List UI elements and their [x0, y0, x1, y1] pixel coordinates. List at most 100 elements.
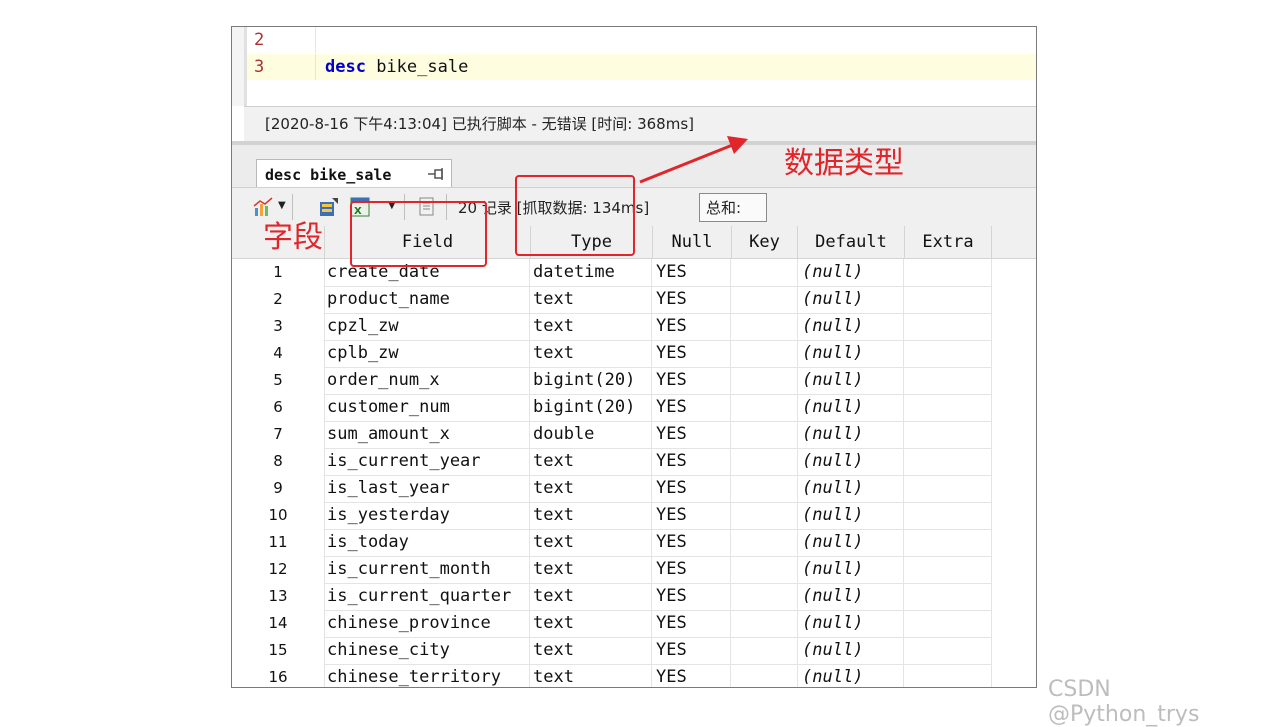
table-row[interactable]: 7 sum_amount_x double YES (null): [232, 421, 992, 449]
cell-default[interactable]: (null): [798, 529, 904, 556]
cell-key[interactable]: [732, 664, 798, 687]
cell-type[interactable]: text: [531, 583, 652, 610]
cell-extra[interactable]: [905, 583, 992, 610]
table-row[interactable]: 4 cplb_zw text YES (null): [232, 340, 992, 368]
cell-null[interactable]: YES: [653, 502, 731, 529]
cell-field[interactable]: is_current_year: [325, 448, 530, 475]
table-row[interactable]: 13 is_current_quarter text YES (null): [232, 583, 992, 611]
cell-null[interactable]: YES: [653, 259, 731, 286]
column-header-default[interactable]: Default: [798, 226, 905, 258]
cell-field[interactable]: is_current_quarter: [325, 583, 530, 610]
cell-extra[interactable]: [905, 475, 992, 502]
cell-default[interactable]: (null): [798, 448, 904, 475]
cell-default[interactable]: (null): [798, 313, 904, 340]
cell-null[interactable]: YES: [653, 286, 731, 313]
cell-type[interactable]: text: [531, 502, 652, 529]
cell-field[interactable]: is_today: [325, 529, 530, 556]
column-header-null[interactable]: Null: [653, 226, 732, 258]
cell-null[interactable]: YES: [653, 340, 731, 367]
cell-default[interactable]: (null): [798, 583, 904, 610]
cell-extra[interactable]: [905, 637, 992, 664]
cell-default[interactable]: (null): [798, 367, 904, 394]
cell-type[interactable]: text: [531, 313, 652, 340]
cell-key[interactable]: [732, 448, 798, 475]
cell-extra[interactable]: [905, 529, 992, 556]
cell-extra[interactable]: [905, 259, 992, 286]
cell-null[interactable]: YES: [653, 394, 731, 421]
cell-default[interactable]: (null): [798, 259, 904, 286]
cell-null[interactable]: YES: [653, 367, 731, 394]
cell-default[interactable]: (null): [798, 556, 904, 583]
cell-key[interactable]: [732, 313, 798, 340]
column-header-key[interactable]: Key: [732, 226, 798, 258]
cell-default[interactable]: (null): [798, 502, 904, 529]
cell-extra[interactable]: [905, 286, 992, 313]
cell-default[interactable]: (null): [798, 421, 904, 448]
cell-extra[interactable]: [905, 313, 992, 340]
table-row[interactable]: 3 cpzl_zw text YES (null): [232, 313, 992, 341]
cell-null[interactable]: YES: [653, 610, 731, 637]
cell-key[interactable]: [732, 556, 798, 583]
cell-extra[interactable]: [905, 340, 992, 367]
cell-field[interactable]: cpzl_zw: [325, 313, 530, 340]
table-row[interactable]: 10 is_yesterday text YES (null): [232, 502, 992, 530]
cell-field[interactable]: is_last_year: [325, 475, 530, 502]
table-row[interactable]: 6 customer_num bigint(20) YES (null): [232, 394, 992, 422]
chevron-down-icon[interactable]: ▼: [278, 200, 286, 211]
cell-extra[interactable]: [905, 610, 992, 637]
column-header-extra[interactable]: Extra: [905, 226, 992, 258]
cell-type[interactable]: text: [531, 529, 652, 556]
cell-type[interactable]: text: [531, 664, 652, 687]
cell-default[interactable]: (null): [798, 340, 904, 367]
cell-null[interactable]: YES: [653, 583, 731, 610]
cell-null[interactable]: YES: [653, 637, 731, 664]
cell-extra[interactable]: [905, 556, 992, 583]
cell-extra[interactable]: [905, 421, 992, 448]
table-row[interactable]: 14 chinese_province text YES (null): [232, 610, 992, 638]
table-row[interactable]: 15 chinese_city text YES (null): [232, 637, 992, 665]
table-row[interactable]: 11 is_today text YES (null): [232, 529, 992, 557]
editor-line[interactable]: 2: [247, 27, 1036, 53]
editor-line-current[interactable]: 3 desc bike_sale: [247, 54, 1036, 80]
sum-field[interactable]: 总和:: [699, 193, 767, 222]
cell-type[interactable]: bigint(20): [531, 394, 652, 421]
cell-null[interactable]: YES: [653, 664, 731, 687]
cell-field[interactable]: chinese_city: [325, 637, 530, 664]
cell-key[interactable]: [732, 529, 798, 556]
cell-null[interactable]: YES: [653, 448, 731, 475]
cell-default[interactable]: (null): [798, 637, 904, 664]
cell-type[interactable]: text: [531, 286, 652, 313]
cell-null[interactable]: YES: [653, 529, 731, 556]
pin-icon[interactable]: [427, 166, 445, 182]
cell-field[interactable]: order_num_x: [325, 367, 530, 394]
cell-key[interactable]: [732, 475, 798, 502]
cell-type[interactable]: text: [531, 475, 652, 502]
cell-key[interactable]: [732, 421, 798, 448]
cell-field[interactable]: cplb_zw: [325, 340, 530, 367]
cell-field[interactable]: product_name: [325, 286, 530, 313]
cell-extra[interactable]: [905, 664, 992, 687]
table-row[interactable]: 12 is_current_month text YES (null): [232, 556, 992, 584]
cell-field[interactable]: chinese_territory: [325, 664, 530, 687]
cell-type[interactable]: datetime: [531, 259, 652, 286]
cell-field[interactable]: is_yesterday: [325, 502, 530, 529]
table-row[interactable]: 9 is_last_year text YES (null): [232, 475, 992, 503]
table-row[interactable]: 5 order_num_x bigint(20) YES (null): [232, 367, 992, 395]
cell-key[interactable]: [732, 340, 798, 367]
cell-type[interactable]: double: [531, 421, 652, 448]
cell-key[interactable]: [732, 610, 798, 637]
cell-type[interactable]: text: [531, 637, 652, 664]
cell-null[interactable]: YES: [653, 313, 731, 340]
table-row[interactable]: 8 is_current_year text YES (null): [232, 448, 992, 476]
cell-default[interactable]: (null): [798, 610, 904, 637]
cell-type[interactable]: text: [531, 556, 652, 583]
tab-desc-bike-sale[interactable]: desc bike_sale: [256, 159, 452, 190]
cell-default[interactable]: (null): [798, 394, 904, 421]
cell-key[interactable]: [732, 637, 798, 664]
cell-key[interactable]: [732, 367, 798, 394]
cell-null[interactable]: YES: [653, 421, 731, 448]
table-row[interactable]: 16 chinese_territory text YES (null): [232, 664, 992, 687]
cell-null[interactable]: YES: [653, 475, 731, 502]
cell-default[interactable]: (null): [798, 286, 904, 313]
cell-key[interactable]: [732, 502, 798, 529]
